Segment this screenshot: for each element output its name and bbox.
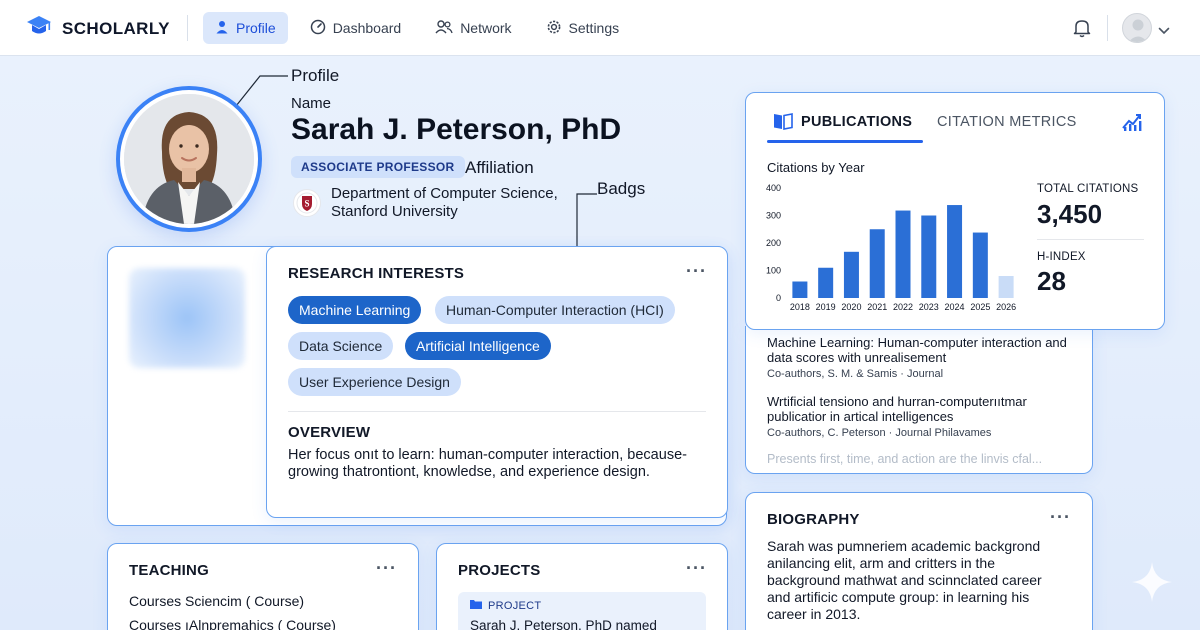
name-label: Name (291, 95, 332, 112)
x-tick-label: 2025 (970, 302, 990, 312)
overview-text: Her focus onıt to learn: human-computer … (288, 447, 687, 480)
biography-title: BIOGRAPHY (767, 511, 860, 528)
chart-bar[interactable] (818, 267, 834, 298)
profile-portrait (124, 94, 254, 224)
annotation-profile: Profile (291, 66, 340, 85)
biography-text: Sarah was pumneriem academic backgrond a… (767, 538, 1042, 622)
x-tick-label: 2023 (919, 302, 939, 312)
x-tick-label: 2018 (790, 302, 810, 312)
chip-hci[interactable]: Human-Computer Interaction (HCI) (435, 296, 675, 324)
folder-icon (470, 599, 482, 612)
main-nav: Profile Dashboard Network Settings (203, 12, 631, 44)
divider (1037, 239, 1144, 240)
trend-chart-icon[interactable] (1121, 110, 1143, 137)
y-tick-label: 0 (776, 293, 781, 303)
x-tick-label: 2026 (996, 302, 1016, 312)
nav-item-profile[interactable]: Profile (203, 12, 288, 44)
people-icon (435, 19, 453, 38)
divider (288, 411, 706, 412)
tab-citation-metrics[interactable]: CITATION METRICS (937, 114, 1077, 130)
gear-icon (546, 19, 562, 38)
nav-item-label: Dashboard (332, 20, 402, 36)
nav-item-label: Settings (568, 20, 620, 36)
h-index-label: H-INDEX (1037, 251, 1086, 263)
more-options-button[interactable]: ··· (1050, 507, 1071, 528)
publication-title[interactable]: Wrtificial tensiono and hurran-computerı… (767, 394, 1072, 424)
profile-name: Sarah J. Peterson, PhD (291, 113, 622, 146)
research-title: RESEARCH INTERESTS (288, 265, 465, 282)
profile-photo (116, 86, 262, 232)
total-citations-value: 3,450 (1037, 199, 1103, 229)
x-tick-label: 2022 (893, 302, 913, 312)
more-options-button[interactable]: ··· (686, 558, 707, 579)
teaching-title: TEACHING (129, 562, 209, 579)
course-item[interactable]: Courses ıAlnpremahics ( Course) (129, 617, 336, 630)
department: Department of Computer Science, Stanford… (331, 185, 558, 220)
chip-machine-learning[interactable]: Machine Learning (288, 296, 422, 324)
total-citations-label: TOTAL CITATIONS (1037, 183, 1139, 195)
active-tab-indicator (767, 140, 923, 143)
chevron-down-icon[interactable] (1158, 22, 1170, 40)
annotation-badgs: Badgs (597, 179, 646, 198)
publication-meta: Co-authors, C. Peterson · Journal Philav… (767, 427, 992, 439)
x-tick-label: 2020 (841, 302, 861, 312)
blurred-placeholder (129, 268, 245, 368)
stanford-seal-icon: S (293, 189, 321, 217)
chart-bar[interactable] (792, 281, 808, 299)
chart-bar[interactable] (972, 232, 988, 298)
chart-bar[interactable] (843, 251, 859, 298)
x-tick-label: 2024 (945, 302, 965, 312)
nav-item-network[interactable]: Network (423, 12, 523, 44)
annotation-affiliation: Affiliation (465, 158, 534, 177)
tab-publications[interactable]: PUBLICATIONS (801, 114, 912, 130)
nav-divider (187, 15, 188, 41)
top-navigation-bar: SCHOLARLY Profile Dashboard Network Sett (0, 0, 1200, 56)
title-badge: ASSOCIATE PROFESSOR (291, 156, 465, 178)
publication-faded-text: Presents first, time, and action are the… (767, 452, 1043, 466)
citations-bar-chart: 0 100 200 300 400 2018 2019 2020 2021 2022 2023 202… (766, 183, 1016, 312)
book-icon (773, 112, 793, 135)
y-tick-label: 200 (766, 238, 781, 248)
nav-divider (1107, 15, 1108, 41)
project-tag: PROJECT (470, 599, 541, 612)
chart-bar[interactable] (869, 229, 885, 298)
chart-bar[interactable] (998, 276, 1014, 298)
chip-artificial-intelligence[interactable]: Artificial Intelligence (405, 332, 551, 360)
brand[interactable]: SCHOLARLY (26, 14, 170, 43)
project-tag-label: PROJECT (488, 599, 542, 612)
y-tick-label: 300 (766, 211, 781, 221)
brand-name: SCHOLARLY (62, 18, 170, 38)
sparkle-icon (1130, 560, 1174, 609)
project-text: Sarah J. Peterson, PhD named (470, 618, 657, 630)
more-options-button[interactable]: ··· (686, 261, 707, 282)
publication-title[interactable]: Machine Learning: Human-computer interac… (767, 335, 1072, 365)
chip-ux-design[interactable]: User Experience Design (288, 368, 461, 396)
more-options-button[interactable]: ··· (376, 558, 397, 579)
y-tick-label: 400 (766, 183, 781, 193)
seal-letter: S (304, 199, 309, 209)
nav-item-dashboard[interactable]: Dashboard (298, 12, 414, 44)
publication-meta: Co-authors, S. M. & Samis · Journal (767, 368, 944, 380)
bell-icon[interactable] (1073, 18, 1091, 43)
projects-title: PROJECTS (458, 562, 541, 579)
nav-item-label: Network (460, 20, 512, 36)
y-tick-label: 100 (766, 266, 781, 276)
course-item[interactable]: Courses Sciencim ( Course) (129, 593, 304, 609)
x-tick-label: 2019 (816, 302, 836, 312)
nav-item-label: Profile (236, 20, 276, 36)
chart-bar[interactable] (947, 205, 963, 298)
user-icon (215, 20, 229, 37)
overview-title: OVERVIEW (288, 424, 371, 441)
chart-bar[interactable] (895, 210, 911, 298)
chart-bar[interactable] (921, 215, 937, 299)
x-tick-label: 2021 (867, 302, 887, 312)
graduation-cap-icon (26, 14, 52, 43)
h-index-value: 28 (1037, 266, 1066, 296)
chart-title: Citations by Year (767, 160, 865, 175)
callout-line (576, 193, 597, 246)
nav-item-settings[interactable]: Settings (534, 12, 632, 44)
dashboard-icon (310, 19, 326, 38)
chip-data-science[interactable]: Data Science (288, 332, 394, 360)
avatar[interactable] (1122, 13, 1152, 43)
